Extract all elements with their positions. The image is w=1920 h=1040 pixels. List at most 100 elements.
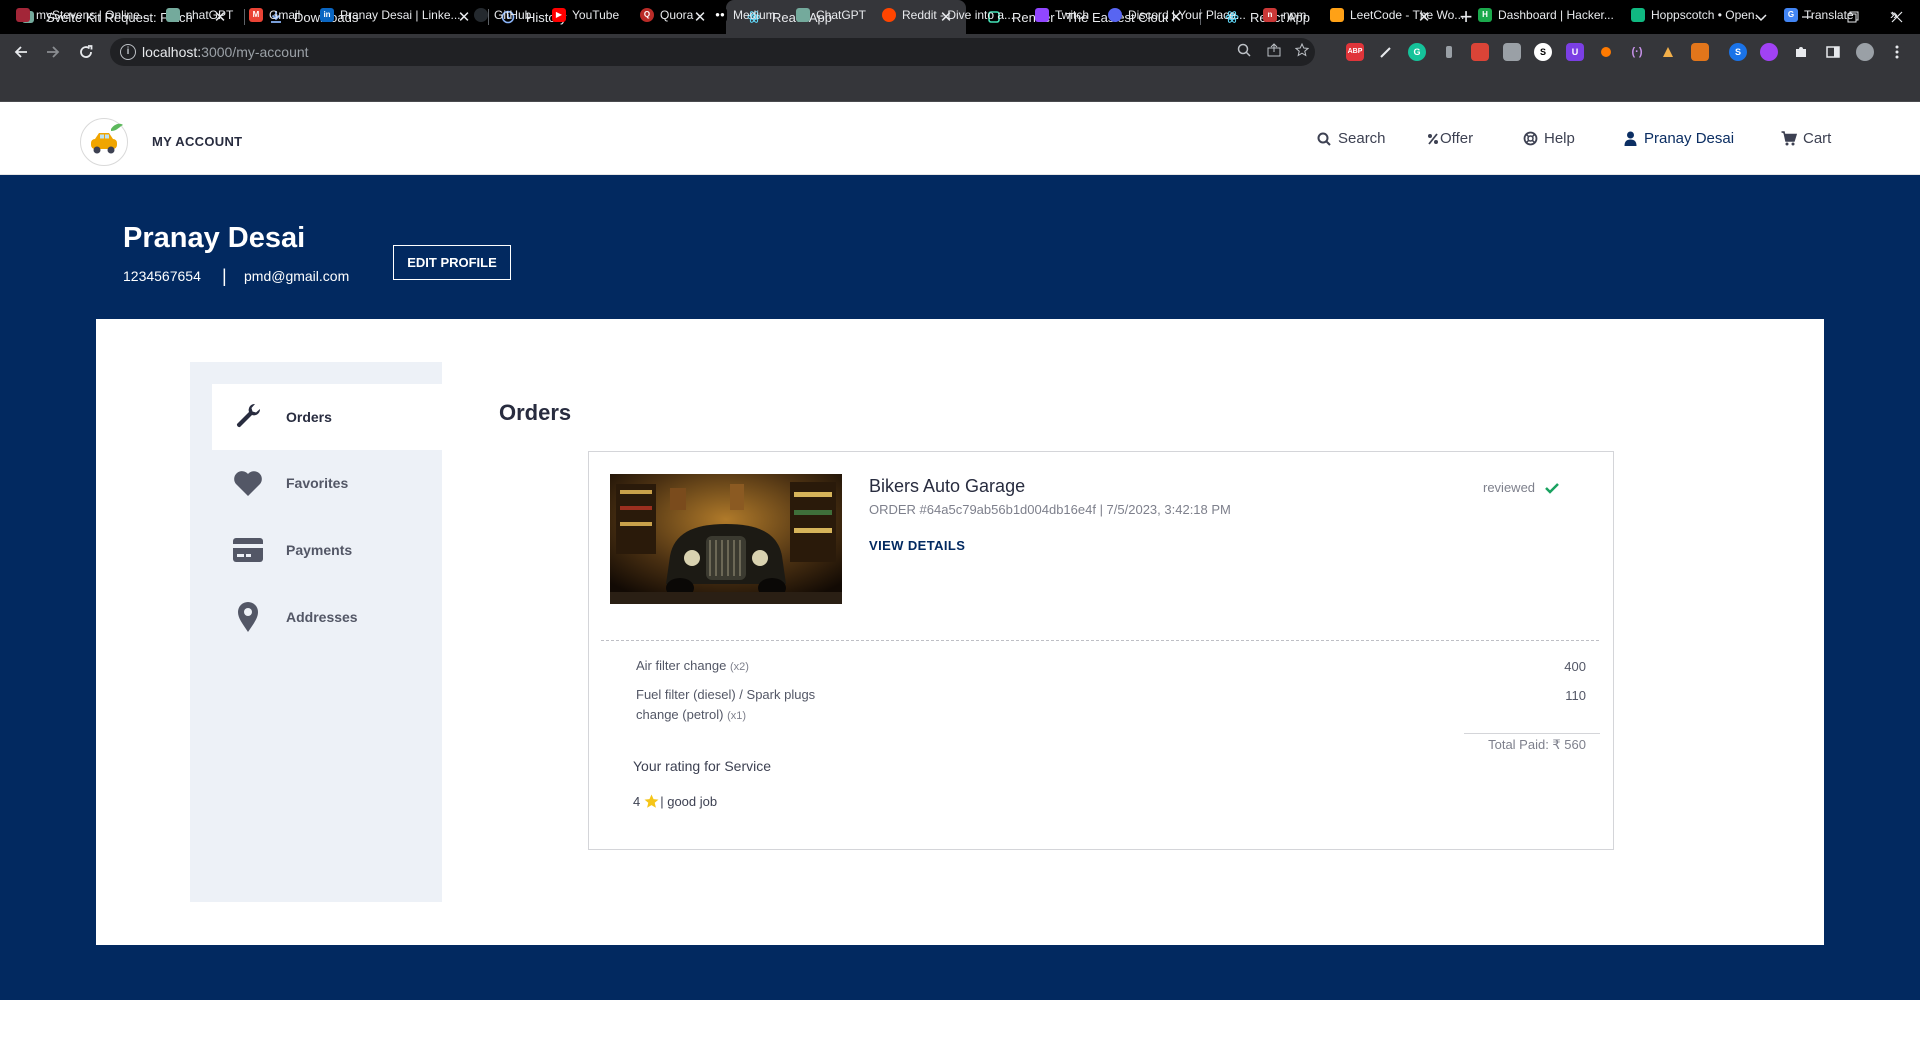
side-panel-icon[interactable] xyxy=(1824,43,1842,61)
nav-help[interactable]: Help xyxy=(1522,130,1575,147)
extension-icon[interactable] xyxy=(1597,43,1615,61)
bookmark-label: LeetCode - The Wo... xyxy=(1350,8,1465,22)
bookmark-label: Pranay Desai | Linke... xyxy=(340,8,461,22)
view-details-link[interactable]: VIEW DETAILS xyxy=(869,538,965,553)
adblock-extension-icon[interactable]: ABP xyxy=(1346,43,1364,61)
extension-icon[interactable] xyxy=(1471,43,1489,61)
sidebar-item-payments[interactable]: Payments xyxy=(212,517,442,583)
user-icon xyxy=(1622,131,1638,147)
credit-card-icon xyxy=(232,534,264,566)
bookmark-item[interactable]: in Pranay Desai | Linke... xyxy=(320,8,461,22)
bookmark-item[interactable]: chatGPT xyxy=(166,8,233,22)
bookmark-label: Medium xyxy=(733,8,776,22)
extension-icon[interactable]: S xyxy=(1534,43,1552,61)
sidebar-item-favorites[interactable]: Favorites xyxy=(212,450,442,516)
bookmark-item[interactable]: n npm xyxy=(1263,8,1306,22)
twitch-icon xyxy=(1035,8,1049,22)
line-item-qty: (x1) xyxy=(727,710,747,722)
hackerrank-icon: H xyxy=(1478,8,1492,22)
order-divider xyxy=(601,640,1599,641)
heart-icon xyxy=(232,467,264,499)
zoom-icon[interactable] xyxy=(1235,43,1253,61)
bookmark-label: Discord | Your Place... xyxy=(1128,8,1246,22)
chatgpt-icon xyxy=(796,8,810,22)
bookmark-item[interactable]: Reddit - Dive into a... xyxy=(882,8,1014,22)
share-icon[interactable] xyxy=(1265,43,1283,61)
bookmarks-more-icon[interactable]: » xyxy=(1890,6,1898,22)
bookmark-label: npm xyxy=(1283,8,1307,22)
edit-profile-button[interactable]: EDIT PROFILE xyxy=(393,245,511,280)
bookmark-label: GitHub xyxy=(494,8,532,22)
logo-icon[interactable] xyxy=(80,118,128,166)
sidebar-item-orders[interactable]: Orders xyxy=(212,384,442,450)
bookmark-label: Reddit - Dive into a... xyxy=(902,8,1015,22)
camera-extension-icon[interactable] xyxy=(1503,43,1521,61)
total-divider xyxy=(1464,733,1600,734)
sidebar-item-label: Favorites xyxy=(286,475,349,491)
line-item-name: Fuel filter (diesel) / Spark plugs chang… xyxy=(636,687,816,722)
bookmark-label: Twitch xyxy=(1055,8,1090,22)
bookmark-favicon-icon xyxy=(16,8,30,22)
bookmark-item[interactable]: ▶ YouTube xyxy=(552,8,619,22)
page-brand-title: MY ACCOUNT xyxy=(152,134,243,149)
puzzle-extensions-icon[interactable] xyxy=(1792,43,1810,61)
section-title: Orders xyxy=(499,400,572,425)
garage-image xyxy=(610,474,842,604)
bookmark-label: YouTube xyxy=(572,8,620,22)
reload-icon[interactable] xyxy=(74,40,98,64)
nav-search-label: Search xyxy=(1338,130,1386,147)
shop-name[interactable]: Bikers Auto Garage xyxy=(869,476,1025,497)
nav-offer-label: Offer xyxy=(1440,130,1474,147)
percent-icon xyxy=(1427,131,1439,147)
extension-icon[interactable]: (·) xyxy=(1628,43,1646,61)
translate-icon: G xyxy=(1784,8,1798,22)
bookmark-item[interactable]: Twitch xyxy=(1035,8,1089,22)
grammarly-extension-icon[interactable]: G xyxy=(1408,43,1426,61)
close-icon[interactable]: ✕ xyxy=(692,8,708,26)
bookmark-item[interactable]: LeetCode - The Wo... xyxy=(1330,8,1464,22)
reddit-icon xyxy=(882,8,896,22)
bookmark-label: Quora xyxy=(660,8,694,22)
bookmark-favicon-icon xyxy=(166,8,180,22)
sidebar-item-addresses[interactable]: Addresses xyxy=(212,584,442,650)
extension-icon[interactable]: S xyxy=(1729,43,1747,61)
address-bar[interactable]: i localhost:3000/my-account xyxy=(110,38,1315,66)
profile-avatar-icon[interactable] xyxy=(1856,43,1874,61)
hoppscotch-icon xyxy=(1631,8,1645,22)
extension-icon[interactable]: U xyxy=(1566,43,1584,61)
pen-extension-icon[interactable] xyxy=(1377,43,1395,61)
profile-separator: | xyxy=(222,266,227,286)
nav-cart[interactable]: Cart xyxy=(1781,130,1831,147)
lifebuoy-icon xyxy=(1522,131,1538,147)
nav-offer[interactable]: Offer xyxy=(1427,130,1473,147)
leetcode-icon xyxy=(1330,8,1344,22)
medium-icon: ●● xyxy=(713,8,727,22)
profile-email: pmd@gmail.com xyxy=(244,268,350,284)
github-icon xyxy=(474,8,488,22)
review-status: reviewed xyxy=(1483,480,1559,495)
order-line-item: Fuel filter (diesel) / Spark plugs chang… xyxy=(636,685,846,726)
nav-search[interactable]: Search xyxy=(1316,130,1386,147)
metamask-extension-icon[interactable] xyxy=(1691,43,1709,61)
bookmark-item[interactable]: Hoppscotch • Open... xyxy=(1631,8,1765,22)
profile-phone: 1234567654 xyxy=(123,268,201,284)
bookmark-item[interactable]: Q Quora xyxy=(640,8,693,22)
nav-user[interactable]: Pranay Desai xyxy=(1622,130,1734,147)
bookmark-item[interactable]: ChatGPT xyxy=(796,8,866,22)
menu-dots-icon[interactable] xyxy=(1888,43,1906,61)
bookmark-item[interactable]: Discord | Your Place... xyxy=(1108,8,1246,22)
site-info-icon[interactable]: i xyxy=(120,44,136,60)
extension-icon[interactable] xyxy=(1440,43,1458,61)
back-icon[interactable] xyxy=(9,40,33,64)
bookmark-item[interactable]: myStevens | Online... xyxy=(16,8,150,22)
bookmark-item[interactable]: ●● Medium xyxy=(713,8,776,22)
sidebar-item-label: Orders xyxy=(286,409,332,425)
bookmark-item[interactable]: G Translate xyxy=(1784,8,1854,22)
bookmark-item[interactable]: M Gmail xyxy=(249,8,300,22)
bookmark-item[interactable]: GitHub xyxy=(474,8,531,22)
extension-icon[interactable] xyxy=(1659,43,1677,61)
bookmark-item[interactable]: H Dashboard | Hacker... xyxy=(1478,8,1614,22)
bookmark-star-icon[interactable] xyxy=(1293,42,1311,61)
extension-icon[interactable] xyxy=(1760,43,1778,61)
forward-icon[interactable] xyxy=(41,40,65,64)
